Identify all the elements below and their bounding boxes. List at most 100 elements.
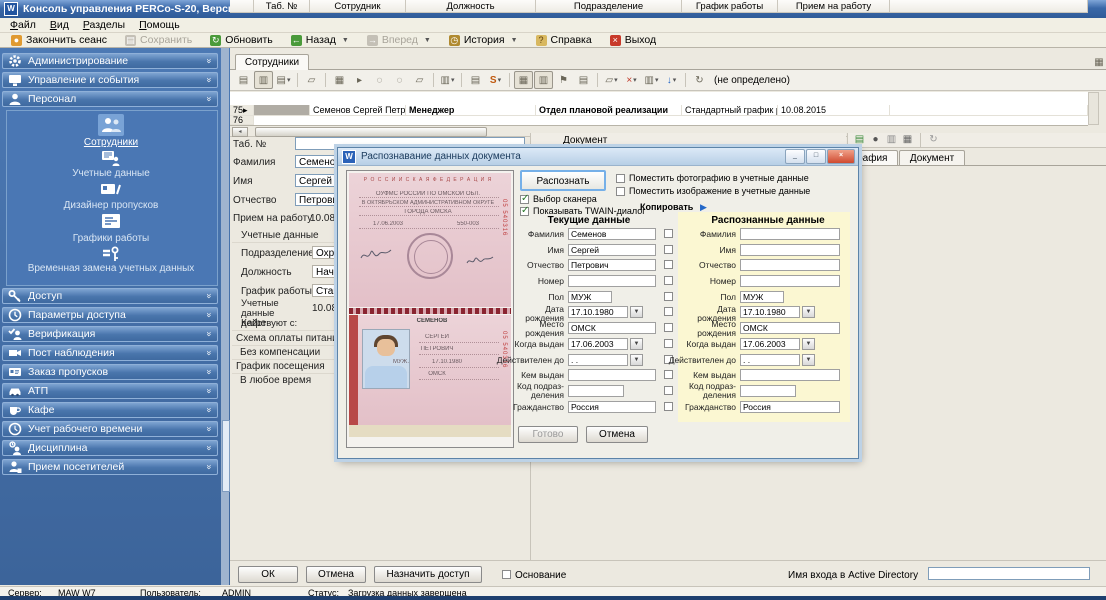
panel-layout-icon[interactable]	[1092, 55, 1106, 69]
cell-department[interactable]: Отдел плановой реализации	[536, 105, 682, 116]
rec-birthdate-dropdown-icon[interactable]: ▼	[802, 306, 815, 318]
folder-icon[interactable]: ▾	[602, 71, 621, 89]
work-schedules-icon[interactable]	[6, 214, 216, 231]
col-department[interactable]: Подразделение	[536, 0, 682, 13]
edit-record-icon[interactable]	[410, 71, 429, 89]
pass-designer-icon[interactable]	[6, 182, 216, 199]
copy-row-checkbox[interactable]	[664, 386, 673, 395]
copy-record-icon[interactable]	[302, 71, 321, 89]
cur-name-input[interactable]: Сергей	[568, 244, 656, 256]
table-mode-icon[interactable]	[330, 71, 349, 89]
cur-patronymic-input[interactable]: Петрович	[568, 259, 656, 271]
dialog-maximize-icon[interactable]	[806, 149, 826, 164]
video-camera-icon[interactable]	[869, 134, 882, 146]
rec-number-input[interactable]	[740, 275, 840, 287]
copy-row-checkbox[interactable]	[664, 339, 673, 348]
sidebar-section-access-parameters[interactable]: Параметры доступа»	[2, 307, 218, 323]
camera-save-icon[interactable]	[901, 134, 914, 146]
rec-issued-when-input[interactable]: 17.06.2003	[740, 338, 800, 350]
copy-row-checkbox[interactable]	[664, 260, 673, 269]
reload-icon[interactable]	[690, 71, 709, 89]
history-button[interactable]: История▼	[441, 33, 526, 47]
copy-row-checkbox[interactable]	[664, 370, 673, 379]
employees-icon[interactable]	[6, 114, 216, 139]
place-photo-checkbox[interactable]	[616, 174, 625, 183]
flag-icon[interactable]	[554, 71, 573, 89]
cell-schedule[interactable]: Стандартный график работы	[682, 105, 778, 116]
rec-issued-by-input[interactable]	[740, 369, 840, 381]
cur-valid-until-input[interactable]: . .	[568, 354, 628, 366]
delete-icon[interactable]: ▾	[622, 71, 641, 89]
sidebar-section-atp[interactable]: АТП»	[2, 383, 218, 399]
sidebar-section-cafe[interactable]: Кафе»	[2, 402, 218, 418]
rec-valid-until-input[interactable]: . .	[740, 354, 800, 366]
sidebar-scrollbar[interactable]	[221, 48, 229, 585]
place-image-checkbox[interactable]	[616, 187, 625, 196]
cur-citizenship-input[interactable]: Россия	[568, 401, 656, 413]
col-schedule[interactable]: График работы	[682, 0, 778, 13]
eraser-icon[interactable]	[466, 71, 485, 89]
visit-schedule-value[interactable]: В любое время	[240, 375, 311, 386]
copy-label[interactable]: Копировать	[640, 202, 693, 212]
sidebar-section-personnel[interactable]: Персонал»	[2, 91, 218, 107]
cell-hired[interactable]: 10.08.2015	[778, 105, 890, 116]
lock-icon[interactable]	[574, 71, 593, 89]
copy-row-checkbox[interactable]	[664, 402, 673, 411]
sidebar-item-employees[interactable]: Сотрудники	[6, 137, 216, 148]
copy-row-checkbox[interactable]	[664, 292, 673, 301]
copy-row-checkbox[interactable]	[664, 323, 673, 332]
end-session-button[interactable]: Закончить сеанс	[3, 33, 115, 47]
ok-button[interactable]: ОК	[238, 566, 298, 583]
tab-document[interactable]: Документ	[899, 150, 965, 166]
menu-file[interactable]: Файл	[3, 18, 43, 32]
refresh-photo-icon[interactable]	[927, 134, 940, 146]
cell-tab-no[interactable]	[254, 105, 310, 116]
sidebar-section-access[interactable]: Доступ»	[2, 288, 218, 304]
card-view-icon[interactable]	[254, 71, 273, 89]
scanner-icon[interactable]	[853, 134, 866, 146]
department-filter-combo[interactable]: (не определено)	[714, 75, 790, 86]
sidebar-section-management-events[interactable]: Управление и события»	[2, 72, 218, 88]
dialog-minimize-icon[interactable]	[785, 149, 805, 164]
cur-issued-by-input[interactable]	[568, 369, 656, 381]
copy-row-checkbox[interactable]	[664, 276, 673, 285]
cur-number-input[interactable]	[568, 275, 656, 287]
done-button[interactable]: Готово	[518, 426, 578, 443]
menu-help[interactable]: Помощь	[132, 18, 187, 32]
rec-citizenship-input[interactable]: Россия	[740, 401, 840, 413]
cur-issued-when-input[interactable]: 17.06.2003	[568, 338, 628, 350]
copy-row-checkbox[interactable]	[664, 245, 673, 254]
search-icon[interactable]	[370, 71, 389, 89]
rec-name-input[interactable]	[740, 244, 840, 256]
print-icon[interactable]: ▾	[438, 71, 457, 89]
exit-button[interactable]: Выход	[602, 33, 664, 47]
cur-birthdate-dropdown-icon[interactable]: ▼	[630, 306, 643, 318]
sidebar-scrollbar-thumb[interactable]	[222, 420, 230, 492]
tab-employees[interactable]: Сотрудники	[235, 54, 309, 70]
copy-row-checkbox[interactable]	[664, 229, 673, 238]
rec-dept-code-input[interactable]	[740, 385, 796, 397]
sidebar-section-time-tracking[interactable]: Учет рабочего времени»	[2, 421, 218, 437]
help-button[interactable]: Справка	[528, 33, 600, 47]
cur-sex-input[interactable]: МУЖ	[568, 291, 612, 303]
rec-patronymic-input[interactable]	[740, 259, 840, 271]
cell-employee[interactable]: Семенов Сергей Петрович	[310, 105, 406, 116]
search-next-icon[interactable]	[390, 71, 409, 89]
cur-surname-input[interactable]: Семенов	[568, 228, 656, 240]
hscroll-left-arrow[interactable]: ◂	[232, 127, 248, 137]
menu-view[interactable]: Вид	[43, 18, 76, 32]
scanner-select-checkbox[interactable]	[520, 195, 529, 204]
sidebar-item-credentials[interactable]: Учетные данные	[6, 168, 216, 179]
export-record-icon[interactable]: ▾	[274, 71, 293, 89]
dialog-cancel-button[interactable]: Отмена	[586, 426, 648, 443]
col-marker[interactable]	[230, 0, 254, 13]
table-vscrollbar[interactable]	[1088, 92, 1099, 125]
col-tab-no[interactable]: Таб. №	[254, 0, 310, 13]
hscroll-thumb[interactable]	[255, 127, 487, 137]
forward-button[interactable]: Вперед▼	[359, 33, 439, 47]
meal-scheme-value[interactable]: Без компенсации	[240, 347, 320, 358]
sidebar-item-work-schedules[interactable]: Графики работы	[6, 233, 216, 244]
cur-valid-until-dropdown-icon[interactable]: ▼	[630, 354, 643, 366]
back-button[interactable]: Назад▼	[283, 33, 357, 47]
rec-valid-until-dropdown-icon[interactable]: ▼	[802, 354, 815, 366]
